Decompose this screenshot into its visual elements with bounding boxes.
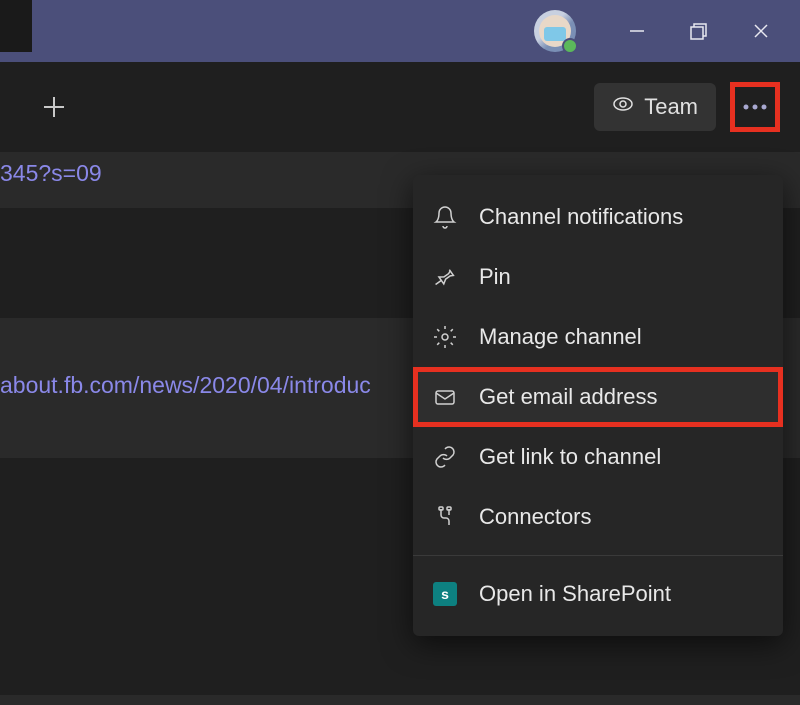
menu-item-manage-channel[interactable]: Manage channel (413, 307, 783, 367)
menu-item-label: Get link to channel (479, 444, 661, 470)
message-link[interactable]: 345?s=09 (0, 160, 102, 186)
menu-item-label: Open in SharePoint (479, 581, 671, 607)
email-icon (431, 383, 459, 411)
more-options-button[interactable] (730, 82, 780, 132)
minimize-button[interactable] (606, 0, 668, 62)
pin-icon (431, 263, 459, 291)
menu-item-get-email-address[interactable]: Get email address (413, 367, 783, 427)
avatar-mask (544, 27, 566, 41)
team-button[interactable]: Team (594, 83, 716, 131)
toolbar: Team (0, 62, 800, 152)
presence-badge (562, 38, 578, 54)
gear-icon (431, 323, 459, 351)
menu-item-channel-notifications[interactable]: Channel notifications (413, 187, 783, 247)
menu-item-get-link[interactable]: Get link to channel (413, 427, 783, 487)
window-controls (606, 0, 792, 62)
menu-item-pin[interactable]: Pin (413, 247, 783, 307)
add-tab-button[interactable] (34, 87, 74, 127)
connectors-icon (431, 503, 459, 531)
maximize-button[interactable] (668, 0, 730, 62)
menu-item-label: Pin (479, 264, 511, 290)
eye-icon (612, 93, 634, 121)
titlebar (0, 0, 800, 62)
bottom-strip (0, 695, 800, 705)
toolbar-right: Team (594, 82, 780, 132)
message-link[interactable]: about.fb.com/news/2020/04/introduc (0, 372, 371, 398)
titlebar-left-block (0, 0, 32, 52)
menu-item-label: Get email address (479, 384, 658, 410)
link-icon (431, 443, 459, 471)
menu-divider (413, 555, 783, 556)
menu-item-connectors[interactable]: Connectors (413, 487, 783, 547)
team-label: Team (644, 94, 698, 120)
close-button[interactable] (730, 0, 792, 62)
bell-icon (431, 203, 459, 231)
menu-item-sharepoint[interactable]: s Open in SharePoint (413, 564, 783, 624)
menu-item-label: Connectors (479, 504, 592, 530)
menu-item-label: Channel notifications (479, 204, 683, 230)
context-menu: Channel notifications Pin Manage channel… (413, 175, 783, 636)
menu-item-label: Manage channel (479, 324, 642, 350)
sharepoint-icon: s (431, 580, 459, 608)
avatar[interactable] (534, 10, 576, 52)
